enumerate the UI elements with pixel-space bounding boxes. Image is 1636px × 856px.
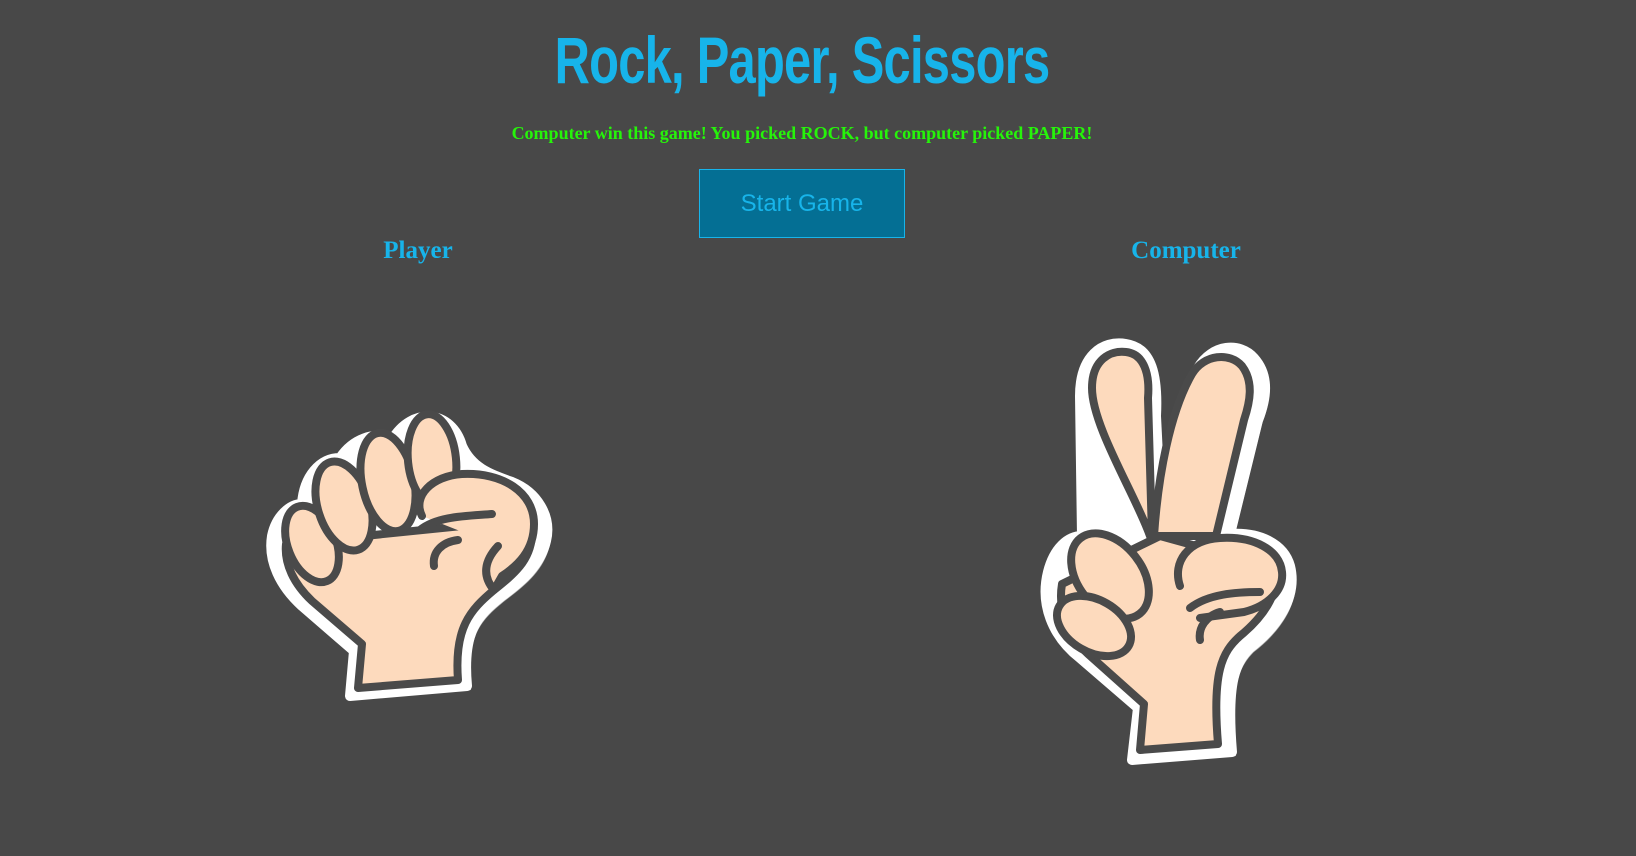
- scissors-peace-hand-icon: [1040, 338, 1297, 765]
- page-title: Rock, Paper, Scissors: [554, 23, 1051, 97]
- computer-heading: Computer: [1131, 237, 1241, 264]
- computer-choice-scissors-icon: [1040, 336, 1340, 776]
- game-page: Rock, Paper, Scissors Computer win this …: [0, 0, 1636, 856]
- player-choice-rock-icon: [262, 396, 572, 726]
- player-heading: Player: [383, 237, 453, 264]
- start-game-button[interactable]: Start Game: [699, 169, 905, 238]
- rock-fist-icon: [266, 410, 553, 701]
- result-message: Computer win this game! You picked ROCK,…: [511, 123, 1093, 143]
